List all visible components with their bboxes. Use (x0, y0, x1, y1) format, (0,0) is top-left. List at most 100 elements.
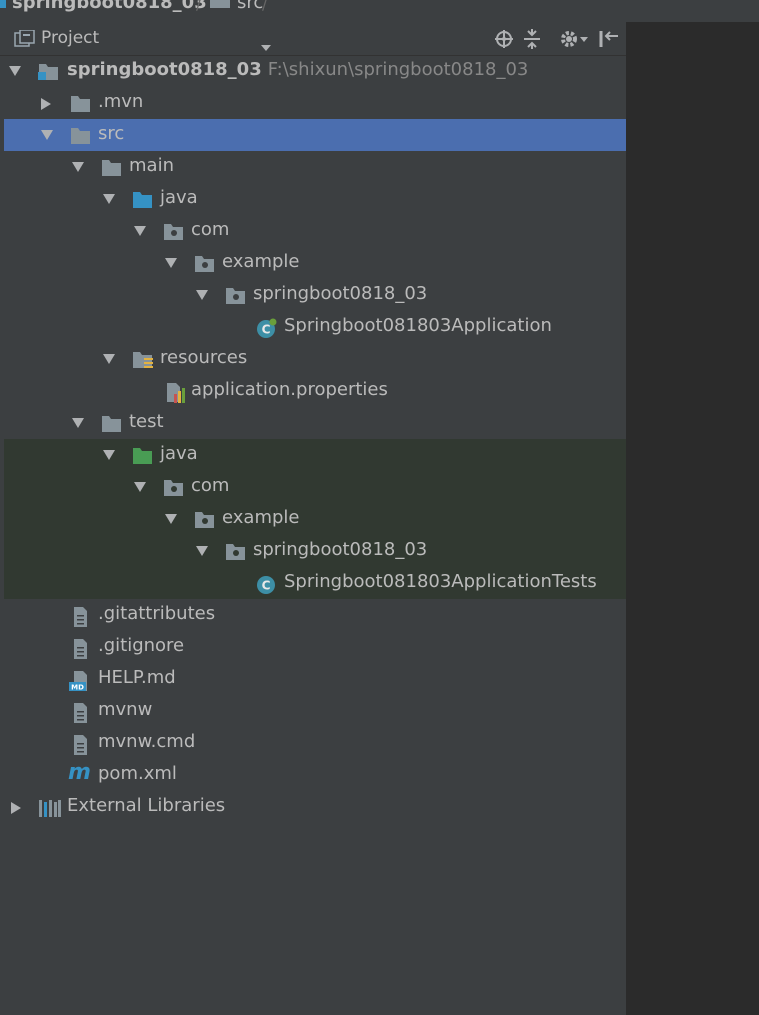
expanded-arrow-icon[interactable] (164, 503, 180, 535)
expanded-arrow-icon[interactable] (164, 247, 180, 279)
markdown-file-icon: MD (68, 670, 88, 692)
tree-item-application-class[interactable]: C Springboot081803Application (4, 311, 626, 343)
tree-item-main[interactable]: main (4, 151, 626, 183)
source-root-folder-icon (132, 190, 152, 208)
text-file-icon (71, 702, 91, 723)
tree-item-gitignore[interactable]: .gitignore (4, 631, 626, 663)
folder-icon (101, 158, 121, 176)
properties-file-icon (165, 382, 185, 403)
expanded-arrow-icon[interactable] (102, 183, 118, 215)
tree-item-main-java[interactable]: java (4, 183, 626, 215)
tool-window-title[interactable]: Project (41, 28, 99, 48)
tree-item-main-com[interactable]: com (4, 215, 626, 247)
expanded-arrow-icon[interactable] (40, 119, 56, 151)
tree-label-root: springboot0818_03 (67, 59, 262, 80)
tree-label-application-class: Springboot081803Application (284, 315, 552, 336)
folder-icon (210, 0, 230, 8)
hide-panel-icon[interactable] (598, 29, 620, 54)
tree-label-test-class: Springboot081803ApplicationTests (284, 571, 597, 592)
folder-icon (70, 126, 90, 144)
tree-root-path: F:\shixun\springboot0818_03 (267, 59, 529, 80)
view-dropdown-icon[interactable] (260, 36, 272, 57)
tree-label-mvnw: mvnw (98, 699, 153, 720)
tree-label-test-package: springboot0818_03 (253, 539, 428, 560)
settings-gear-icon[interactable] (558, 28, 588, 55)
tree-label-pom: pom.xml (98, 763, 177, 784)
tree-label-mvnw-cmd: mvnw.cmd (98, 731, 196, 752)
tree-label-main: main (129, 155, 174, 176)
tree-item-test-example[interactable]: example (4, 503, 626, 535)
tree-item-help-md[interactable]: MD HELP.md (4, 663, 626, 695)
tree-item-src[interactable]: src (4, 119, 626, 151)
package-icon (163, 478, 183, 496)
expanded-arrow-icon[interactable] (102, 439, 118, 471)
expanded-arrow-icon[interactable] (71, 151, 87, 183)
tree-item-test-package[interactable]: springboot0818_03 (4, 535, 626, 567)
folder-icon (101, 414, 121, 432)
tree-label-resources: resources (160, 347, 248, 368)
breadcrumb-separator: / (262, 0, 268, 13)
tree-label-test-com: com (191, 475, 230, 496)
editor-area (627, 22, 759, 1015)
svg-text:MD: MD (71, 684, 84, 692)
tree-label-test: test (129, 411, 164, 432)
collapsed-arrow-icon[interactable] (40, 87, 56, 119)
resources-folder-icon (132, 350, 153, 368)
spring-class-icon: C (256, 318, 277, 338)
expanded-arrow-icon[interactable] (195, 279, 211, 311)
libraries-icon (38, 798, 61, 817)
tree-item-gitattributes[interactable]: .gitattributes (4, 599, 626, 631)
svg-text:C: C (262, 579, 271, 593)
tree-item-main-example[interactable]: example (4, 247, 626, 279)
package-icon (194, 254, 214, 272)
tree-item-resources[interactable]: resources (4, 343, 626, 375)
tree-label-test-java: java (160, 443, 198, 464)
tree-label-gitignore: .gitignore (98, 635, 185, 656)
tree-item-external-libraries[interactable]: External Libraries (4, 791, 626, 823)
module-icon (0, 0, 6, 8)
tree-item-test-class[interactable]: C Springboot081803ApplicationTests (4, 567, 626, 599)
package-icon (163, 222, 183, 240)
expanded-arrow-icon[interactable] (8, 55, 24, 87)
tree-item-test-java[interactable]: java (4, 439, 626, 471)
tree-label-main-java: java (160, 187, 198, 208)
breadcrumb-separator: / (196, 0, 202, 13)
module-folder-icon (38, 62, 58, 80)
tree-label-help-md: HELP.md (98, 667, 176, 688)
tree-label-mvn: .mvn (98, 91, 144, 112)
tree-label-properties-file: application.properties (191, 379, 388, 400)
breadcrumb: springboot0818_03 / src / (0, 0, 759, 23)
tree-label-src: src (98, 123, 125, 144)
class-icon: C (256, 574, 276, 594)
breadcrumb-folder[interactable]: src (237, 0, 263, 13)
text-file-icon (71, 734, 91, 755)
project-tool-window: Project springboot0818_03 F:\shixun\sprin… (0, 22, 627, 1015)
tree-item-main-package[interactable]: springboot0818_03 (4, 279, 626, 311)
folder-icon (70, 94, 90, 112)
tree-label-main-package: springboot0818_03 (253, 283, 428, 304)
expanded-arrow-icon[interactable] (102, 343, 118, 375)
test-root-folder-icon (132, 446, 152, 464)
locate-icon[interactable] (494, 29, 514, 54)
tree-item-mvnw[interactable]: mvnw (4, 695, 626, 727)
tree-label-main-com: com (191, 219, 230, 240)
tree-item-root[interactable]: springboot0818_03 F:\shixun\springboot081… (4, 55, 626, 87)
breadcrumb-project[interactable]: springboot0818_03 (12, 0, 207, 13)
tree-label-external-libraries: External Libraries (67, 795, 226, 816)
expanded-arrow-icon[interactable] (133, 215, 149, 247)
tree-item-mvn[interactable]: .mvn (4, 87, 626, 119)
project-view-icon (14, 29, 36, 53)
collapsed-arrow-icon[interactable] (10, 791, 26, 823)
tree-item-properties-file[interactable]: application.properties (4, 375, 626, 407)
tree-item-pom[interactable]: m pom.xml (4, 759, 626, 791)
tree-label-test-example: example (222, 507, 300, 528)
expanded-arrow-icon[interactable] (133, 471, 149, 503)
collapse-all-icon[interactable] (522, 29, 542, 54)
tree-label-gitattributes: .gitattributes (98, 603, 216, 624)
tree-item-mvnw-cmd[interactable]: mvnw.cmd (4, 727, 626, 759)
tree-item-test-com[interactable]: com (4, 471, 626, 503)
text-file-icon (71, 606, 91, 627)
expanded-arrow-icon[interactable] (195, 535, 211, 567)
tree-item-test[interactable]: test (4, 407, 626, 439)
expanded-arrow-icon[interactable] (71, 407, 87, 439)
